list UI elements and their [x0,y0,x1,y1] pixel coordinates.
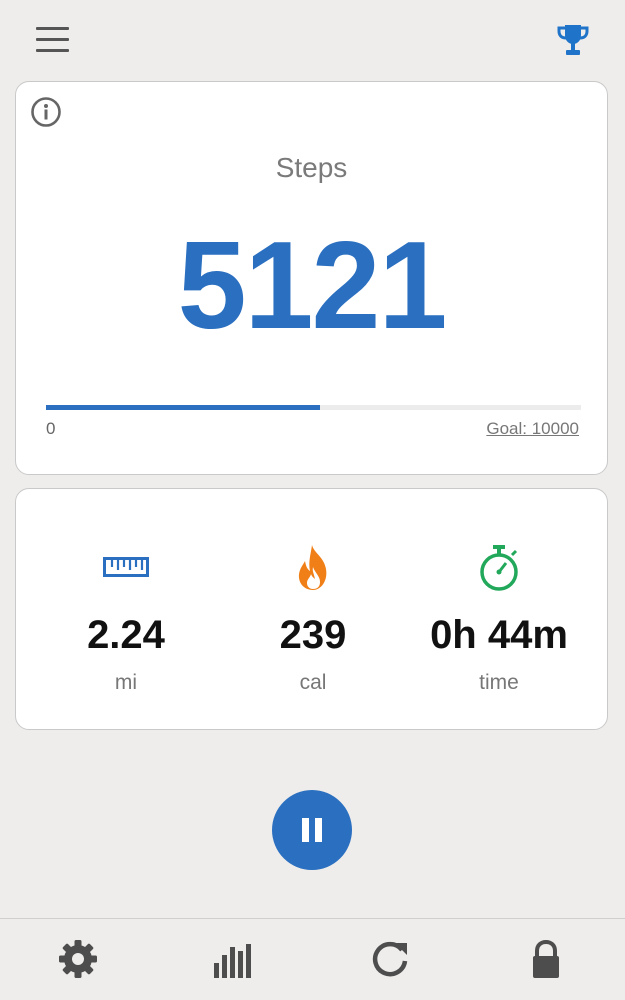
menu-button[interactable] [36,27,70,53]
calories-stat: 239 cal [213,489,413,729]
steps-progress-bar [46,405,581,410]
top-bar [0,0,625,80]
trophy-button[interactable] [556,22,590,58]
nav-reset[interactable] [368,937,412,981]
calories-value: 239 [279,613,347,657]
info-button[interactable] [30,96,62,128]
calories-unit: cal [299,671,327,694]
time-value: 0h 44m [430,613,568,657]
steps-label: Steps [275,152,348,183]
stopwatch-icon [480,545,518,591]
distance-unit: mi [114,671,138,694]
progress-min-label: 0 [46,419,56,438]
bar-chart-icon [214,944,251,978]
steps-progress-fill [46,405,320,410]
time-unit: time [479,671,519,694]
goal-link[interactable]: Goal: 10000 [486,419,579,439]
bottom-nav [0,918,625,1000]
trophy-icon [557,25,589,55]
steps-card: Steps 5121 0 Goal: 10000 [15,81,608,475]
nav-settings[interactable] [56,937,100,981]
time-stat: 0h 44m time [399,489,599,729]
ruler-icon [103,557,149,577]
lock-icon [533,939,559,978]
refresh-icon [372,941,408,977]
flame-icon [298,545,327,590]
distance-value: 2.24 [87,613,165,657]
info-icon [31,97,61,127]
steps-count: 5121 [177,217,448,355]
pause-button[interactable] [272,790,352,870]
nav-statistics[interactable] [212,937,256,981]
nav-lock[interactable] [524,937,568,981]
distance-stat: 2.24 mi [26,489,226,729]
stats-card: 2.24 mi 239 cal 0h 44m time [15,488,608,730]
settings-icon [59,940,97,978]
